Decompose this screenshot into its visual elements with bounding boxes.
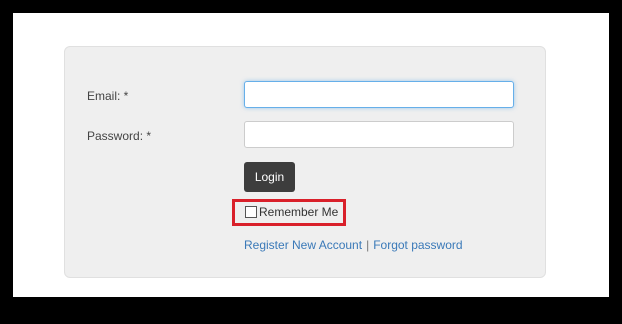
link-separator: | <box>366 238 370 252</box>
email-label: Email: * <box>87 89 129 103</box>
forgot-password-link[interactable]: Forgot password <box>373 238 462 252</box>
register-new-account-link[interactable]: Register New Account <box>244 238 362 252</box>
account-links: Register New Account | Forgot password <box>244 238 463 252</box>
remember-me-label[interactable]: Remember Me <box>259 205 338 219</box>
login-form-panel: Email: * Password: * Login Remember Me R… <box>64 46 546 278</box>
password-input[interactable] <box>244 121 514 148</box>
remember-me-checkbox[interactable] <box>245 206 257 218</box>
page-content: Email: * Password: * Login Remember Me R… <box>13 13 609 297</box>
remember-me-checkbox-row[interactable]: Remember Me <box>245 205 338 219</box>
email-input[interactable] <box>244 81 514 108</box>
login-button[interactable]: Login <box>244 162 295 192</box>
password-label: Password: * <box>87 129 152 143</box>
